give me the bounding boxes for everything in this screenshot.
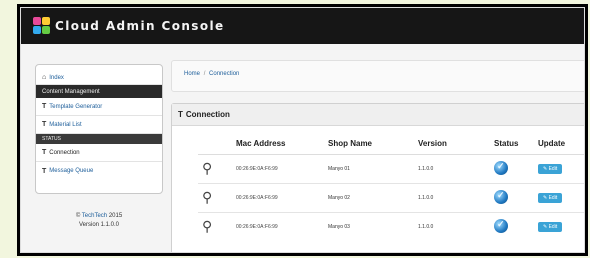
footer-link[interactable]: TechTech	[82, 213, 107, 219]
sidebar: ⌂ Index Content Management T Template Ge…	[35, 64, 163, 194]
sidebar-item-label: STATUS	[42, 136, 61, 142]
sidebar-item-label: Material List	[49, 121, 82, 128]
text-icon: T	[42, 103, 47, 110]
mac-address-cell: 00:26:9E:0A:F6:99	[236, 223, 278, 230]
shop-name-cell: Manyo 03	[328, 223, 350, 230]
search-icon[interactable]: ⚲	[202, 189, 212, 205]
top-navbar: Cloud Admin Console	[21, 8, 584, 44]
breadcrumb-home[interactable]: Home	[184, 71, 200, 77]
breadcrumb: Home / Connection	[171, 60, 584, 92]
screenshot-frame: Cloud Admin Console ⌂ Index Content Mana…	[17, 4, 588, 256]
column-header-search	[198, 133, 232, 155]
search-icon[interactable]: ⚲	[202, 218, 212, 234]
sidebar-item-label: Index	[49, 74, 64, 81]
sidebar-item-message-queue[interactable]: T Message Queue	[36, 162, 162, 180]
status-globe-icon	[494, 160, 508, 175]
table-row: ⚲ 00:26:9E:0A:F6:99 Manyo 03 1.1.0.0 ✎ E…	[198, 212, 584, 241]
version-cell: 1.1.0.0	[418, 223, 434, 230]
sidebar-item-label: Message Queue	[49, 168, 94, 174]
connection-panel: T Connection Mac Address Shop Name Versi…	[171, 103, 584, 252]
footer-year: 2015	[108, 213, 123, 219]
mac-address-cell: 00:26:9E:0A:F6:99	[232, 154, 324, 184]
search-icon[interactable]: ⚲	[202, 160, 212, 176]
version-label: Version 1.1.0.0	[78, 222, 120, 228]
connection-table: Mac Address Shop Name Version Status Upd…	[198, 133, 584, 241]
column-header-shop: Shop Name	[324, 133, 414, 155]
sidebar-item-label: Template Generator	[49, 103, 103, 110]
table-row: ⚲ 00:26:9E:0A:F6:99 Manyo 01 1.1.0.0 ✎ E…	[198, 154, 584, 184]
text-icon: T	[42, 167, 47, 175]
column-header-update: Update	[534, 133, 584, 155]
app-title: Cloud Admin Console	[55, 19, 225, 33]
table-header-row: Mac Address Shop Name Version Status Upd…	[198, 133, 584, 155]
table-row: ⚲ 00:26:9E:0A:F6:99 Manyo 02 1.1.0.0 ✎ E…	[198, 183, 584, 213]
app-window: Cloud Admin Console ⌂ Index Content Mana…	[20, 7, 585, 253]
sidebar-item-connection[interactable]: T Connection	[36, 144, 162, 162]
sidebar-footer: © TechTech 2015 Version 1.1.0.0	[35, 212, 163, 230]
text-icon: T	[178, 110, 183, 119]
sidebar-item-label: Content Management	[42, 88, 100, 95]
version-cell: 1.1.0.0	[414, 154, 490, 184]
column-header-version: Version	[414, 133, 490, 155]
panel-title: Connection	[185, 110, 230, 119]
sidebar-item-index[interactable]: ⌂ Index	[36, 65, 162, 85]
sidebar-section-status: STATUS	[36, 134, 162, 144]
edit-button[interactable]: ✎ Edit	[538, 163, 563, 174]
column-header-status: Status	[490, 133, 534, 155]
column-header-mac: Mac Address	[232, 133, 324, 155]
panel-header: T Connection	[172, 104, 584, 126]
sidebar-item-material-list[interactable]: T Material List	[36, 116, 162, 134]
breadcrumb-current: Connection	[209, 71, 240, 77]
version-cell: 1.1.0.0	[414, 183, 490, 213]
sidebar-item-template-generator[interactable]: T Template Generator	[36, 98, 162, 116]
text-icon: T	[42, 121, 47, 128]
mac-address-cell: 00:26:9E:0A:F6:99	[232, 183, 324, 213]
edit-button[interactable]: ✎ Edit	[538, 192, 563, 203]
app-logo-icon	[33, 17, 51, 35]
sidebar-item-label: Connection	[49, 149, 80, 156]
status-globe-icon	[494, 189, 508, 204]
edit-button[interactable]: ✎ Edit	[538, 221, 563, 232]
shop-name-cell: Manyo 01	[324, 154, 414, 184]
home-icon: ⌂	[42, 74, 47, 81]
status-globe-icon	[494, 218, 508, 233]
shop-name-cell: Manyo 02	[324, 183, 414, 213]
text-icon: T	[42, 149, 47, 156]
sidebar-section-content-management[interactable]: Content Management	[36, 85, 162, 98]
